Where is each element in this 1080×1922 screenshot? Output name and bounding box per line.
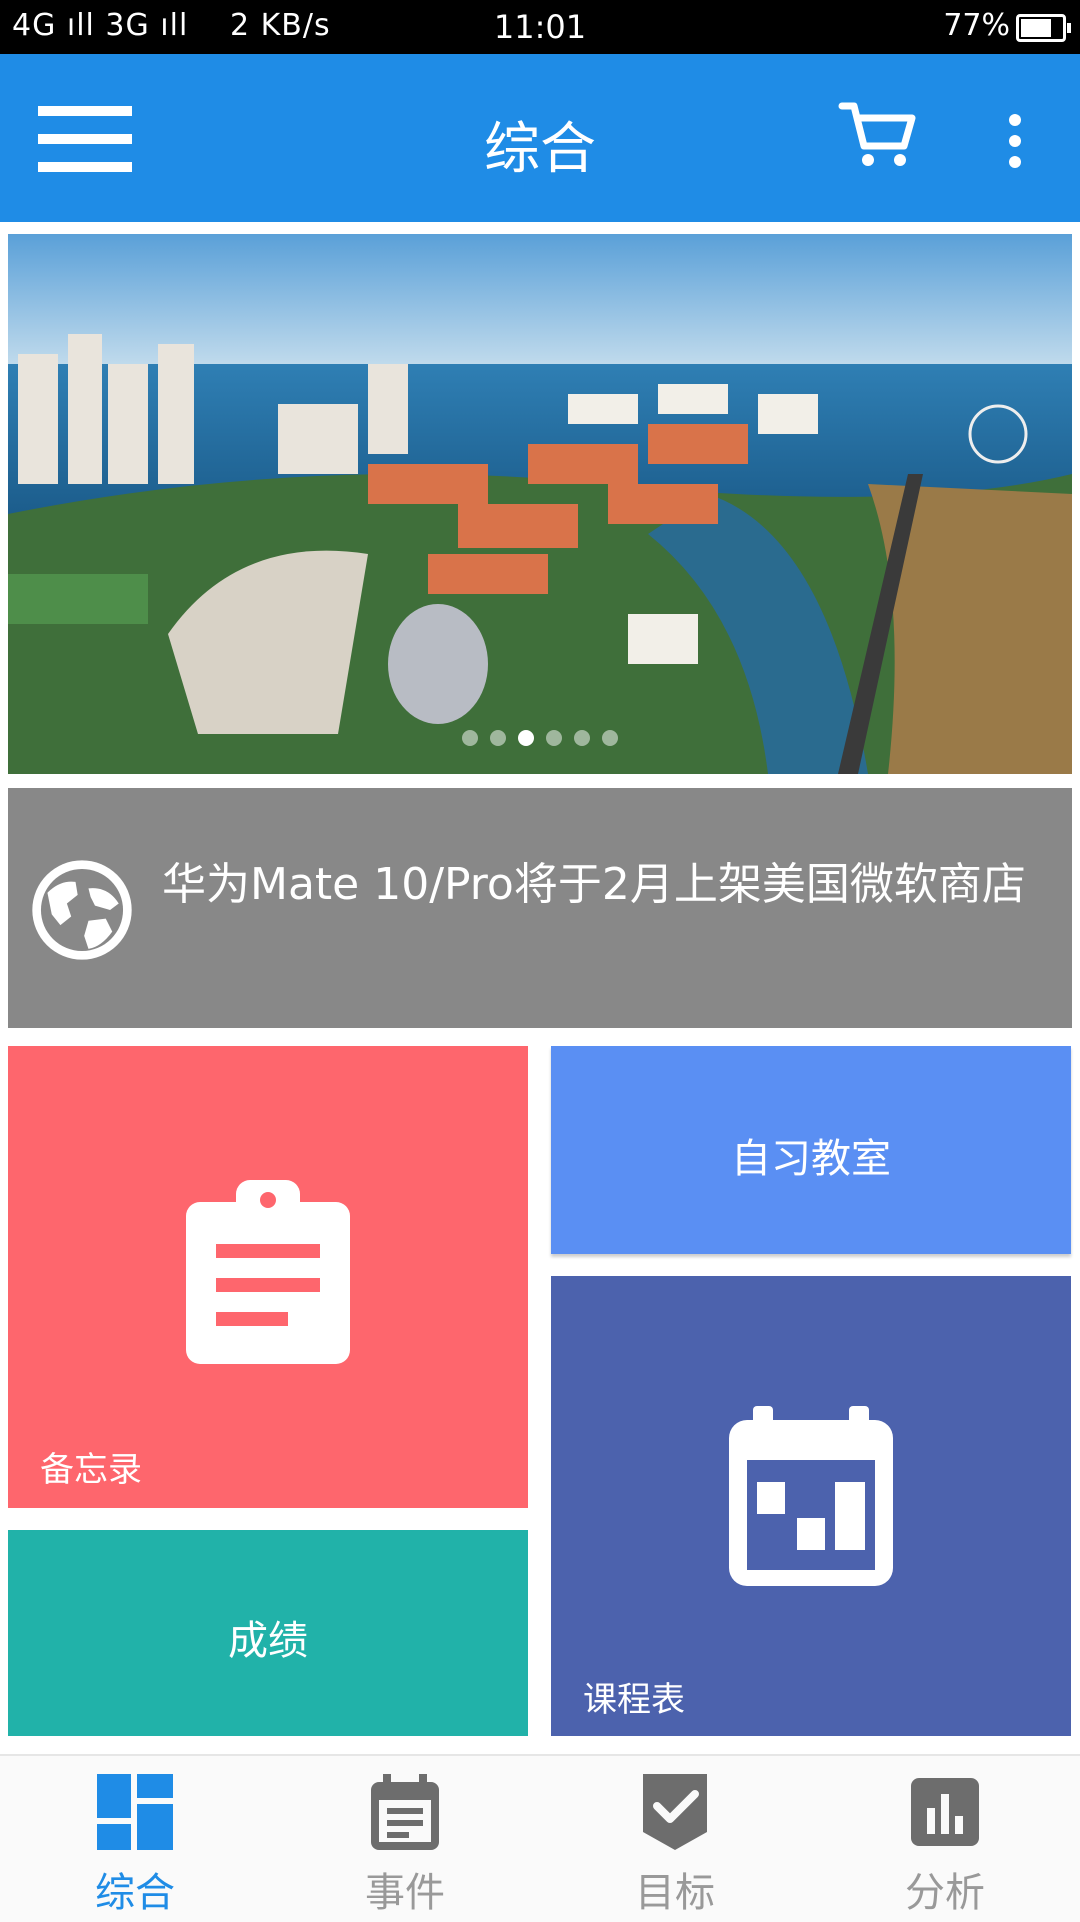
study-room-tile[interactable]: 自习教室: [551, 1046, 1071, 1254]
nav-item-overview[interactable]: 综合: [0, 1756, 270, 1922]
nav-label-events: 事件: [365, 1870, 445, 1916]
carousel-dot[interactable]: [490, 730, 506, 746]
status-battery-percent: 77%: [943, 8, 1010, 43]
more-vertical-icon[interactable]: [1000, 114, 1030, 174]
nav-item-events[interactable]: 事件: [270, 1756, 540, 1922]
banner-carousel[interactable]: [8, 234, 1072, 774]
status-time: 11:01: [493, 8, 587, 46]
nav-item-analysis[interactable]: 分析: [810, 1756, 1080, 1922]
calendar-icon: [729, 1406, 893, 1586]
grades-label: 成绩: [228, 1618, 308, 1664]
battery-icon: [1016, 14, 1071, 42]
campus-banner-image: [8, 234, 1072, 774]
status-bar: 4G ıll 3G ıll 2 KB/s 11:01 77%: [0, 0, 1080, 54]
carousel-dot-active[interactable]: [518, 730, 534, 746]
bottom-navigation: 综合 事件 目标 分析: [0, 1754, 1080, 1922]
carousel-dot[interactable]: [546, 730, 562, 746]
memo-label: 备忘录: [40, 1450, 142, 1490]
schedule-tile[interactable]: 课程表: [551, 1276, 1071, 1736]
battery-fill: [1021, 19, 1051, 37]
nav-label-goals: 目标: [635, 1870, 715, 1916]
carousel-dot[interactable]: [602, 730, 618, 746]
nav-label-overview: 综合: [95, 1870, 175, 1916]
carousel-dot[interactable]: [462, 730, 478, 746]
calendar-note-icon: [371, 1774, 439, 1850]
news-headline[interactable]: 华为Mate 10/Pro将于2月上架美国微软商店: [162, 856, 1052, 914]
schedule-label: 课程表: [583, 1680, 685, 1720]
memo-tile[interactable]: 备忘录: [8, 1046, 528, 1508]
study-room-label: 自习教室: [731, 1136, 891, 1182]
app-bar: 综合: [0, 54, 1080, 222]
dashboard-icon: [97, 1774, 173, 1850]
carousel-indicator: [8, 730, 1072, 750]
carousel-dot[interactable]: [574, 730, 590, 746]
news-ticker[interactable]: 华为Mate 10/Pro将于2月上架美国微软商店: [8, 788, 1072, 1028]
check-badge-icon: [643, 1774, 707, 1850]
shopping-cart-icon[interactable]: [838, 94, 918, 174]
grades-tile[interactable]: 成绩: [8, 1530, 528, 1736]
clipboard-icon: [186, 1180, 350, 1364]
globe-icon: [32, 860, 132, 960]
bar-chart-icon: [911, 1778, 979, 1846]
page-title: 综合: [484, 117, 596, 182]
nav-label-analysis: 分析: [905, 1870, 985, 1916]
nav-item-goals[interactable]: 目标: [540, 1756, 810, 1922]
